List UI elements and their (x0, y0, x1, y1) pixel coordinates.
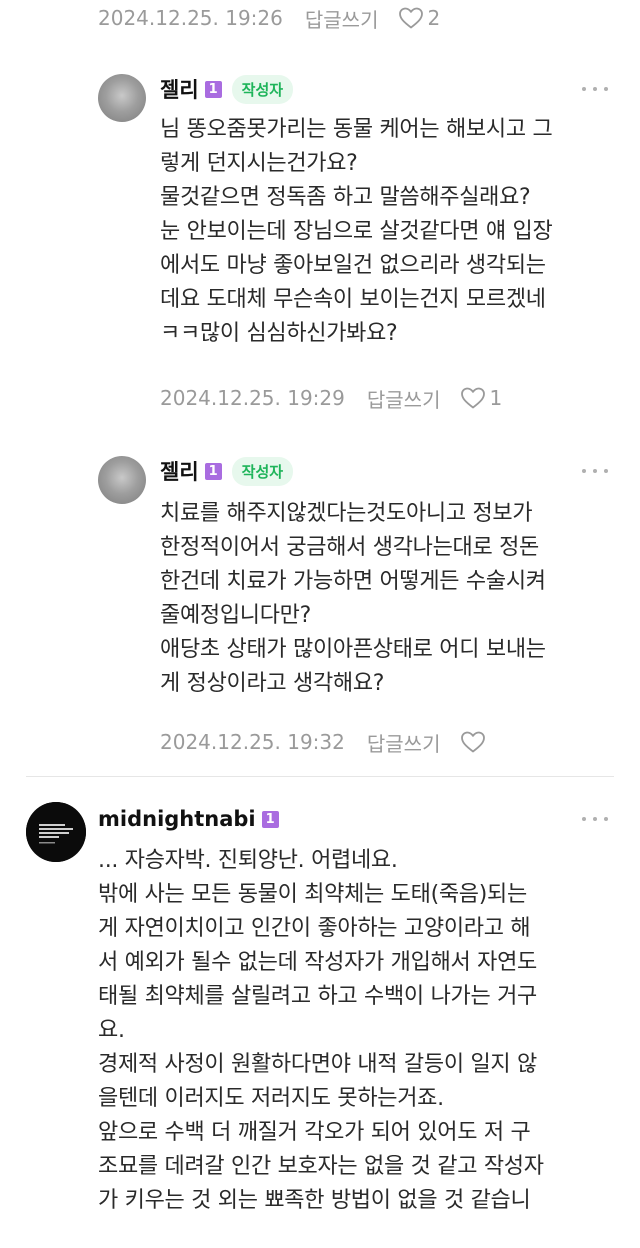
text-line: 에서도 마냥 좋아보일건 없으리라 생각되는 (160, 253, 546, 278)
comment-date: 2024.12.25. 19:26 (98, 6, 283, 30)
text-line: 애당초 상태가 많이아픈상태로 어디 보내는 (160, 637, 546, 662)
author-name[interactable]: 젤리 (160, 456, 199, 486)
avatar-image (26, 802, 86, 862)
like-button[interactable]: 2 (398, 6, 440, 30)
more-options-icon[interactable] (582, 814, 608, 824)
level-badge-icon: 1 (261, 810, 279, 828)
text-line: 을텐데 이러지도 저러지도 못하는거죠. (98, 1086, 444, 1111)
comment-meta: 2024.12.25. 19:32 답글쓰기 (160, 724, 489, 760)
author-row: 젤리 1 작성자 (160, 72, 294, 106)
like-button[interactable] (460, 730, 489, 754)
author-badge: 작성자 (231, 74, 294, 104)
like-count: 2 (427, 6, 441, 30)
text-line: 님 똥오줌못가리는 동물 케어는 해보시고 그 (160, 117, 553, 142)
comment-meta: 2024.12.25. 19:29 답글쓰기 1 (160, 380, 502, 416)
text-line: 앞으로 수백 더 깨질거 각오가 되어 있어도 저 구 (98, 1120, 531, 1145)
more-options-icon[interactable] (582, 84, 608, 94)
reply-text: 님 똥오줌못가리는 동물 케어는 해보시고 그 렇게 던지시는건가요? 물것같으… (160, 113, 553, 351)
text-line: ㅋㅋ많이 심심하신가봐요? (160, 321, 398, 346)
text-line: 줄예정입니다만? (160, 603, 311, 628)
avatar[interactable] (26, 802, 86, 862)
reply-text: 치료를 해주지않겠다는것도아니고 정보가 한정적이어서 궁금해서 생각나는대로 … (160, 497, 546, 701)
text-line: 한정적이어서 궁금해서 생각나는대로 정돈 (160, 535, 540, 560)
text-line: 눈 안보이는데 장님으로 살것같다면 얘 입장 (160, 219, 553, 244)
heart-icon (461, 731, 486, 753)
text-line: ... 자승자박. 진퇴양난. 어렵네요. (98, 848, 398, 873)
divider (26, 776, 614, 777)
text-line: 요. (98, 1018, 125, 1043)
heart-icon (461, 387, 486, 409)
comment-date: 2024.12.25. 19:32 (160, 730, 345, 754)
author-badge: 작성자 (231, 456, 294, 486)
reply-button[interactable]: 답글쓰기 (367, 728, 441, 757)
comment-date: 2024.12.25. 19:29 (160, 386, 345, 410)
comment-meta: 2024.12.25. 19:26 답글쓰기 2 (98, 0, 440, 36)
text-line: 데요 도대체 무슨속이 보이는건지 모르겠네 (160, 287, 546, 312)
text-line: 게 정상이라고 생각해요? (160, 671, 385, 696)
more-options-icon[interactable] (582, 466, 608, 476)
text-line: 밖에 사는 모든 동물이 최약체는 도태(죽음)되는 (98, 882, 527, 907)
reply-button[interactable]: 답글쓰기 (367, 384, 441, 413)
comment-text: ... 자승자박. 진퇴양난. 어렵네요. 밖에 사는 모든 동물이 최약체는 … (98, 844, 544, 1218)
avatar[interactable] (98, 74, 146, 122)
text-line: 렇게 던지시는건가요? (160, 151, 358, 176)
author-name[interactable]: 젤리 (160, 74, 199, 104)
text-line: 서 예외가 될수 없는데 작성자가 개입해서 자연도 (98, 950, 537, 975)
text-line: 태될 최약체를 살릴려고 하고 수백이 나가는 거구 (98, 984, 537, 1009)
text-line: 한건데 치료가 가능하면 어떻게든 수술시켜 (160, 569, 546, 594)
text-line: 물것같으면 정독좀 하고 말씀해주실래요? (160, 185, 531, 210)
author-row: 젤리 1 작성자 (160, 454, 294, 488)
avatar[interactable] (98, 456, 146, 504)
author-name[interactable]: midnightnabi (98, 807, 256, 831)
text-line: 게 자연이치이고 인간이 좋아하는 고양이라고 해 (98, 916, 531, 941)
level-badge-icon: 1 (204, 462, 222, 480)
heart-icon (399, 7, 424, 29)
author-row: midnightnabi 1 (98, 802, 279, 836)
text-line: 치료를 해주지않겠다는것도아니고 정보가 (160, 501, 533, 526)
text-line: 조묘를 데려갈 인간 보호자는 없을 것 같고 작성자 (98, 1154, 544, 1179)
like-button[interactable]: 1 (460, 386, 502, 410)
reply-button[interactable]: 답글쓰기 (305, 4, 379, 33)
text-line: 가 키우는 것 외는 뾰족한 방법이 없을 것 같습니 (98, 1188, 531, 1213)
text-line: 경제적 사정이 원활하다면야 내적 갈등이 일지 않 (98, 1052, 537, 1077)
like-count: 1 (489, 386, 503, 410)
level-badge-icon: 1 (204, 80, 222, 98)
